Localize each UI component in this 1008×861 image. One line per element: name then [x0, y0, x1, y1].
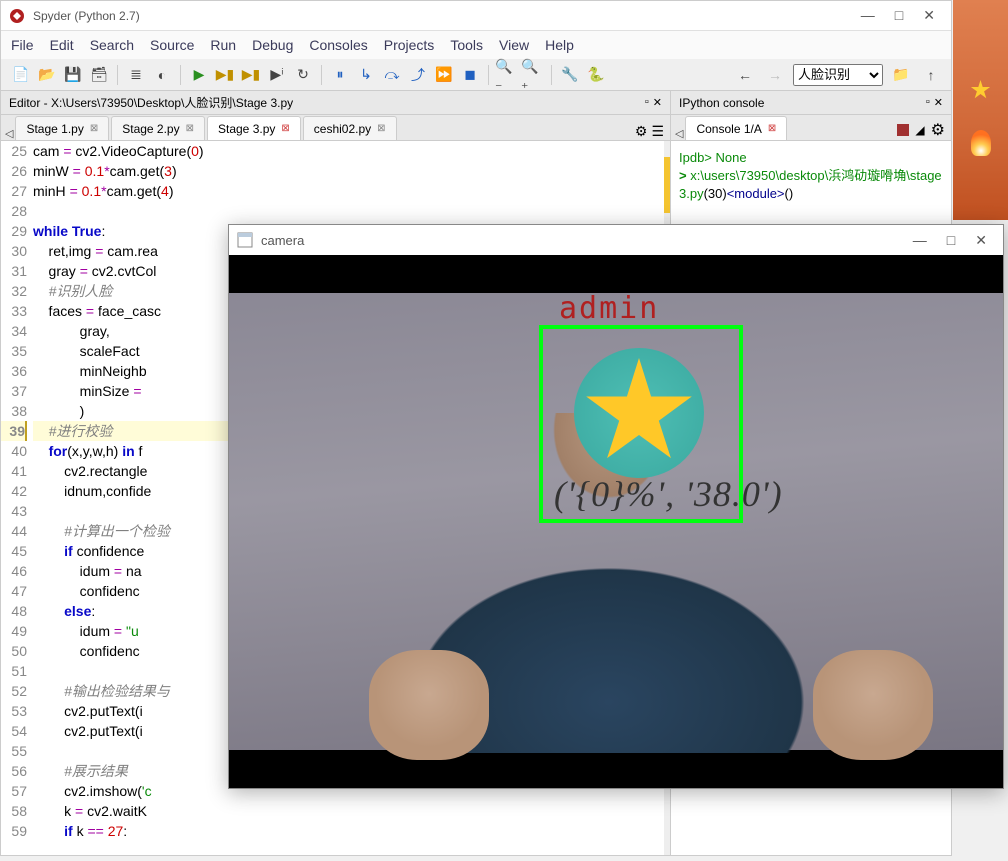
console-tabs: ◁ Console 1/A ⊠ ◢ ⚙: [671, 115, 951, 141]
zoom-out-icon[interactable]: 🔍₋: [495, 63, 519, 87]
hand-left: [369, 650, 489, 760]
line-gutter: 2526272829303132333435363738394041424344…: [1, 141, 33, 855]
editor-tab[interactable]: Stage 2.py⊠: [111, 116, 205, 140]
menu-run[interactable]: Run: [210, 37, 236, 53]
console-options-icon[interactable]: ⚙: [931, 120, 945, 140]
face-confidence-text: ('{0}%', '38.0'): [554, 473, 783, 515]
camera-window: camera — □ ✕ admin ('{0}%', '38.0'): [228, 224, 1004, 789]
close-console-icon[interactable]: ✕: [934, 96, 943, 109]
up-folder-icon[interactable]: ↑: [919, 63, 943, 87]
save-icon[interactable]: 💾: [61, 63, 85, 87]
run-cell-advance-icon[interactable]: ▶▮: [239, 63, 263, 87]
close-tab-icon[interactable]: ⊠: [377, 123, 385, 134]
scroll-tabs-left-icon[interactable]: ◁: [5, 127, 13, 140]
menu-view[interactable]: View: [499, 37, 529, 53]
close-tab-icon[interactable]: ⊠: [90, 123, 98, 134]
debug-into-icon[interactable]: ↳: [354, 63, 378, 87]
menubar: File Edit Search Source Run Debug Consol…: [1, 31, 951, 59]
run-cell-icon[interactable]: ▶▮: [213, 63, 237, 87]
undock-console-icon[interactable]: ▫: [926, 96, 930, 109]
kernel-stop-icon[interactable]: [897, 124, 909, 136]
camera-minimize-button[interactable]: —: [913, 232, 927, 249]
menu-projects[interactable]: Projects: [384, 37, 435, 53]
undock-icon[interactable]: ▫: [645, 96, 649, 109]
camera-titlebar: camera — □ ✕: [229, 225, 1003, 255]
maximize-button[interactable]: □: [895, 7, 903, 24]
star-icon: [971, 80, 991, 100]
rerun-icon[interactable]: ↻: [291, 63, 315, 87]
close-tab-icon[interactable]: ⊠: [186, 123, 194, 134]
menu-tools[interactable]: Tools: [450, 37, 483, 53]
window-title: Spyder (Python 2.7): [33, 9, 861, 23]
console-tab-1[interactable]: Console 1/A ⊠: [685, 116, 787, 140]
run-selection-icon[interactable]: ▶ⁱ: [265, 63, 289, 87]
forward-icon[interactable]: →: [763, 63, 787, 87]
menu-debug[interactable]: Debug: [252, 37, 293, 53]
menu-help[interactable]: Help: [545, 37, 574, 53]
save-all-icon[interactable]: 🗃: [87, 63, 111, 87]
camera-close-button[interactable]: ✕: [975, 232, 987, 249]
editor-tabs: ◁ Stage 1.py⊠Stage 2.py⊠Stage 3.py⊠ceshi…: [1, 115, 670, 141]
tab-options-icon[interactable]: ⚙: [635, 123, 648, 140]
console-header: IPython console ▫ ✕: [671, 91, 951, 115]
flame-icon: [971, 130, 991, 156]
preferences-icon[interactable]: 🔧: [558, 63, 582, 87]
menu-search[interactable]: Search: [90, 37, 134, 53]
debug-continue-icon[interactable]: ⏩: [432, 63, 456, 87]
browse-folder-icon[interactable]: 📁: [889, 63, 913, 87]
toolbar: 📄 📂 💾 🗃 ≣ ◐ ▶ ▶▮ ▶▮ ▶ⁱ ↻ ⏸ ↳ ⤼ ⤴ ⏩ ◼ 🔍₋ …: [1, 59, 951, 91]
menu-edit[interactable]: Edit: [50, 37, 74, 53]
outline-icon[interactable]: ◐: [150, 63, 174, 87]
new-file-icon[interactable]: 📄: [9, 63, 33, 87]
close-tab-icon[interactable]: ⊠: [281, 123, 289, 134]
zoom-in-icon[interactable]: 🔍₊: [521, 63, 545, 87]
titlebar: Spyder (Python 2.7) — □ ✕: [1, 1, 951, 31]
spyder-icon: [9, 8, 25, 24]
working-dir-combo[interactable]: 人脸识别: [793, 64, 883, 86]
minimize-button[interactable]: —: [861, 7, 875, 24]
debug-out-icon[interactable]: ⤴: [406, 63, 430, 87]
menu-source[interactable]: Source: [150, 37, 194, 53]
close-console-tab-icon[interactable]: ⊠: [768, 123, 776, 134]
tab-list-icon[interactable]: ☰: [651, 123, 664, 140]
debug-over-icon[interactable]: ⤼: [380, 63, 404, 87]
editor-path: Editor - X:\Users\73950\Desktop\人脸识别\Sta…: [9, 94, 645, 111]
hand-right: [813, 650, 933, 760]
editor-tab[interactable]: ceshi02.py⊠: [303, 116, 397, 140]
face-label-text: admin: [559, 291, 659, 326]
debug-step-icon[interactable]: ⏸: [328, 63, 352, 87]
scroll-console-left-icon[interactable]: ◁: [675, 127, 683, 140]
cartoon-star-icon: [584, 358, 694, 468]
close-pane-icon[interactable]: ✕: [653, 96, 662, 109]
camera-feed: admin ('{0}%', '38.0'): [229, 255, 1003, 788]
partial-window-right: [953, 0, 1008, 220]
camera-maximize-button[interactable]: □: [947, 232, 955, 249]
menu-consoles[interactable]: Consoles: [309, 37, 367, 53]
run-icon[interactable]: ▶: [187, 63, 211, 87]
change-marker: [664, 157, 670, 213]
list-icon[interactable]: ≣: [124, 63, 148, 87]
face-sticker: [564, 338, 714, 488]
debug-stop-icon[interactable]: ◼: [458, 63, 482, 87]
editor-tab[interactable]: Stage 1.py⊠: [15, 116, 109, 140]
menu-file[interactable]: File: [11, 37, 34, 53]
close-button[interactable]: ✕: [923, 7, 935, 24]
editor-tab[interactable]: Stage 3.py⊠: [207, 116, 301, 140]
editor-header: Editor - X:\Users\73950\Desktop\人脸识别\Sta…: [1, 91, 670, 115]
open-folder-icon[interactable]: 📂: [35, 63, 59, 87]
back-icon[interactable]: ←: [733, 63, 757, 87]
camera-window-title: camera: [261, 233, 913, 248]
camera-window-icon: [237, 232, 253, 248]
clear-console-icon[interactable]: ◢: [915, 123, 924, 137]
python-path-icon[interactable]: 🐍: [584, 63, 608, 87]
